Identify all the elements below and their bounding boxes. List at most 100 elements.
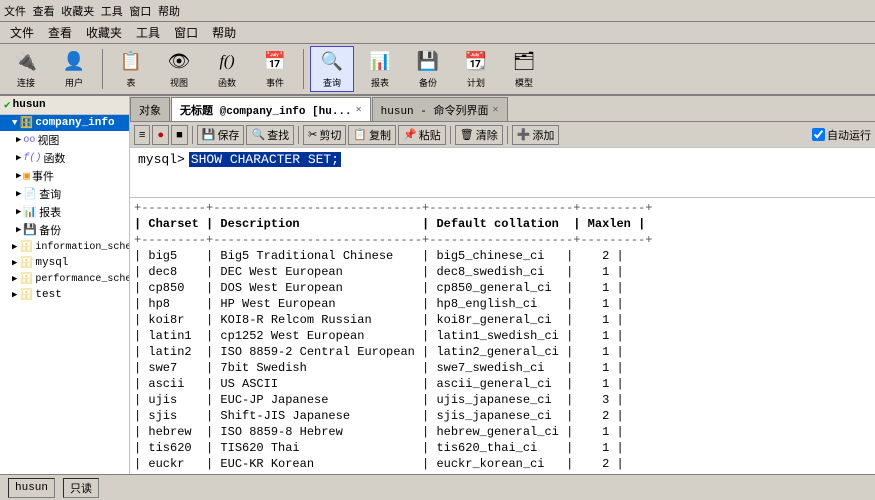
btn-event[interactable]: 📅 事件 xyxy=(253,46,297,92)
caret-event: ▶ xyxy=(16,171,21,181)
sql-prompt: mysql> xyxy=(138,152,185,167)
table-icon: 📋 xyxy=(119,50,143,74)
btn-view[interactable]: 👁 视图 xyxy=(157,46,201,92)
table-row: | sjis | Shift-JIS Japanese | sjis_japan… xyxy=(134,408,871,424)
sidebar-function-label: 函数 xyxy=(43,150,65,166)
view-icon: 👁 xyxy=(167,50,191,74)
sidebar-sub-function[interactable]: ▶ f() 函数 xyxy=(0,149,129,167)
btn-dot-red[interactable]: ● xyxy=(152,125,169,145)
btn-schedule-label: 计划 xyxy=(467,76,485,89)
menu-window[interactable]: 窗口 xyxy=(168,22,204,43)
btn-table[interactable]: 📋 表 xyxy=(109,46,153,92)
table-row: | latin1 | cp1252 West European | latin1… xyxy=(134,328,871,344)
query-icon: 🔍 xyxy=(320,50,344,74)
btn-user-label: 用户 xyxy=(65,76,83,89)
btn-add[interactable]: ➕ 添加 xyxy=(512,125,560,145)
copy-icon: 📋 xyxy=(353,128,367,141)
t2-sep-3 xyxy=(450,126,451,144)
sidebar: ✔ husun ▼ 🗄 company_info ▶ oo 视图 ▶ f() 函… xyxy=(0,96,130,474)
user-icon: 👤 xyxy=(62,50,86,74)
btn-cut[interactable]: ✂ 剪切 xyxy=(303,125,346,145)
btn-user[interactable]: 👤 用户 xyxy=(52,46,96,92)
btn-copy[interactable]: 📋 复制 xyxy=(348,125,396,145)
sidebar-db-company[interactable]: ▼ 🗄 company_info xyxy=(0,115,129,131)
t2-sep-1 xyxy=(192,126,193,144)
tab-bar: 对象 无标题 @company_info [hu... ✕ husun - 命令… xyxy=(130,96,875,122)
db-caret-perf: ▶ xyxy=(12,274,17,284)
sidebar-report-label: 报表 xyxy=(39,204,61,220)
tab-objects[interactable]: 对象 xyxy=(130,97,170,121)
schedule-icon: 📆 xyxy=(464,50,488,74)
titlebar-text: 文件 查看 收藏夹 工具 窗口 帮助 xyxy=(4,3,180,19)
btn-function[interactable]: f() 函数 xyxy=(205,46,249,92)
sidebar-db-infoschema[interactable]: ▶ 🗄 information_schema xyxy=(0,239,129,255)
btn-schedule[interactable]: 📆 计划 xyxy=(454,46,498,92)
btn-clear[interactable]: 🗑 清除 xyxy=(455,125,503,145)
sidebar-db-mysql[interactable]: ▶ 🗄 mysql xyxy=(0,255,129,271)
cut-icon: ✂ xyxy=(308,128,317,141)
btn-event-label: 事件 xyxy=(266,76,284,89)
menu-favorites[interactable]: 收藏夹 xyxy=(80,22,128,43)
clear-icon: 🗑 xyxy=(460,128,474,141)
sidebar-db-test[interactable]: ▶ 🗄 test xyxy=(0,287,129,303)
btn-menu[interactable]: ≡ xyxy=(134,125,150,145)
auto-run-label: 自动运行 xyxy=(827,127,871,143)
tab-query[interactable]: 无标题 @company_info [hu... ✕ xyxy=(171,97,371,121)
connect-icon: 🔌 xyxy=(14,50,38,74)
btn-find[interactable]: 🔍 查找 xyxy=(246,125,294,145)
sidebar-sub-backup[interactable]: ▶ 💾 备份 xyxy=(0,221,129,239)
btn-query[interactable]: 🔍 查询 xyxy=(310,46,354,92)
btn-report[interactable]: 📊 报表 xyxy=(358,46,402,92)
sidebar-sub-report[interactable]: ▶ 📊 报表 xyxy=(0,203,129,221)
table-row: | cp850 | DOS West European | cp850_gene… xyxy=(134,280,871,296)
sidebar-check-icon: ✔ xyxy=(4,98,11,112)
stop-icon: ■ xyxy=(176,129,183,141)
menu-view[interactable]: 查看 xyxy=(42,22,78,43)
function-icon: f() xyxy=(215,50,239,74)
save-icon: 💾 xyxy=(202,128,216,141)
report-icon: 📊 xyxy=(368,50,392,74)
tab-console-label: husun - 命令列界面 xyxy=(381,102,489,118)
menu-help[interactable]: 帮助 xyxy=(206,22,242,43)
backup-sq-icon: 💾 xyxy=(23,223,37,237)
btn-save[interactable]: 💾 保存 xyxy=(197,125,245,145)
table-row: | hebrew | ISO 8859-8 Hebrew | hebrew_ge… xyxy=(134,424,871,440)
db-arrow-icon: ▼ xyxy=(12,118,17,128)
find-label: 查找 xyxy=(267,127,289,143)
db-icon-test: 🗄 xyxy=(19,288,33,302)
caret-func: ▶ xyxy=(16,153,21,163)
table-row: | dec8 | DEC West European | dec8_swedis… xyxy=(134,264,871,280)
sidebar-sub-view[interactable]: ▶ oo 视图 xyxy=(0,131,129,149)
tab-console-close-icon[interactable]: ✕ xyxy=(492,104,498,116)
tab-close-icon[interactable]: ✕ xyxy=(356,104,362,116)
btn-stop[interactable]: ■ xyxy=(171,125,188,145)
table-row: | latin2 | ISO 8859-2 Central European |… xyxy=(134,344,871,360)
sql-command[interactable]: SHOW CHARACTER SET; xyxy=(189,152,341,167)
auto-run-checkbox[interactable] xyxy=(812,128,825,141)
table-row: | koi8u | KOI8-U Ukrainian | koi8u_gener… xyxy=(134,472,871,474)
clear-label: 清除 xyxy=(476,127,498,143)
sidebar-db-mysql-label: mysql xyxy=(35,257,68,269)
add-icon: ➕ xyxy=(517,128,531,141)
tab-console[interactable]: husun - 命令列界面 ✕ xyxy=(372,97,508,121)
sidebar-connection[interactable]: ✔ husun xyxy=(0,96,129,115)
t2-sep-4 xyxy=(507,126,508,144)
menu-tools[interactable]: 工具 xyxy=(130,22,166,43)
btn-connect[interactable]: 🔌 连接 xyxy=(4,46,48,92)
titlebar: 文件 查看 收藏夹 工具 窗口 帮助 xyxy=(0,0,875,22)
oo-icon: oo xyxy=(23,135,35,146)
sidebar-sub-event[interactable]: ▶ ▣ 事件 xyxy=(0,167,129,185)
btn-report-label: 报表 xyxy=(371,76,389,89)
btn-paste[interactable]: 📌 粘贴 xyxy=(398,125,446,145)
btn-backup[interactable]: 💾 备份 xyxy=(406,46,450,92)
query-sq-icon: 📄 xyxy=(23,187,37,201)
sidebar-db-perf[interactable]: ▶ 🗄 performance_schema xyxy=(0,271,129,287)
btn-backup-label: 备份 xyxy=(419,76,437,89)
status-readonly: 只读 xyxy=(63,478,99,498)
query-area: 对象 无标题 @company_info [hu... ✕ husun - 命令… xyxy=(130,96,875,474)
sidebar-view-label: 视图 xyxy=(37,132,59,148)
db-caret-mysql: ▶ xyxy=(12,258,17,268)
btn-model[interactable]: 🗂 模型 xyxy=(502,46,546,92)
sidebar-sub-query[interactable]: ▶ 📄 查询 xyxy=(0,185,129,203)
menu-file[interactable]: 文件 xyxy=(4,22,40,43)
